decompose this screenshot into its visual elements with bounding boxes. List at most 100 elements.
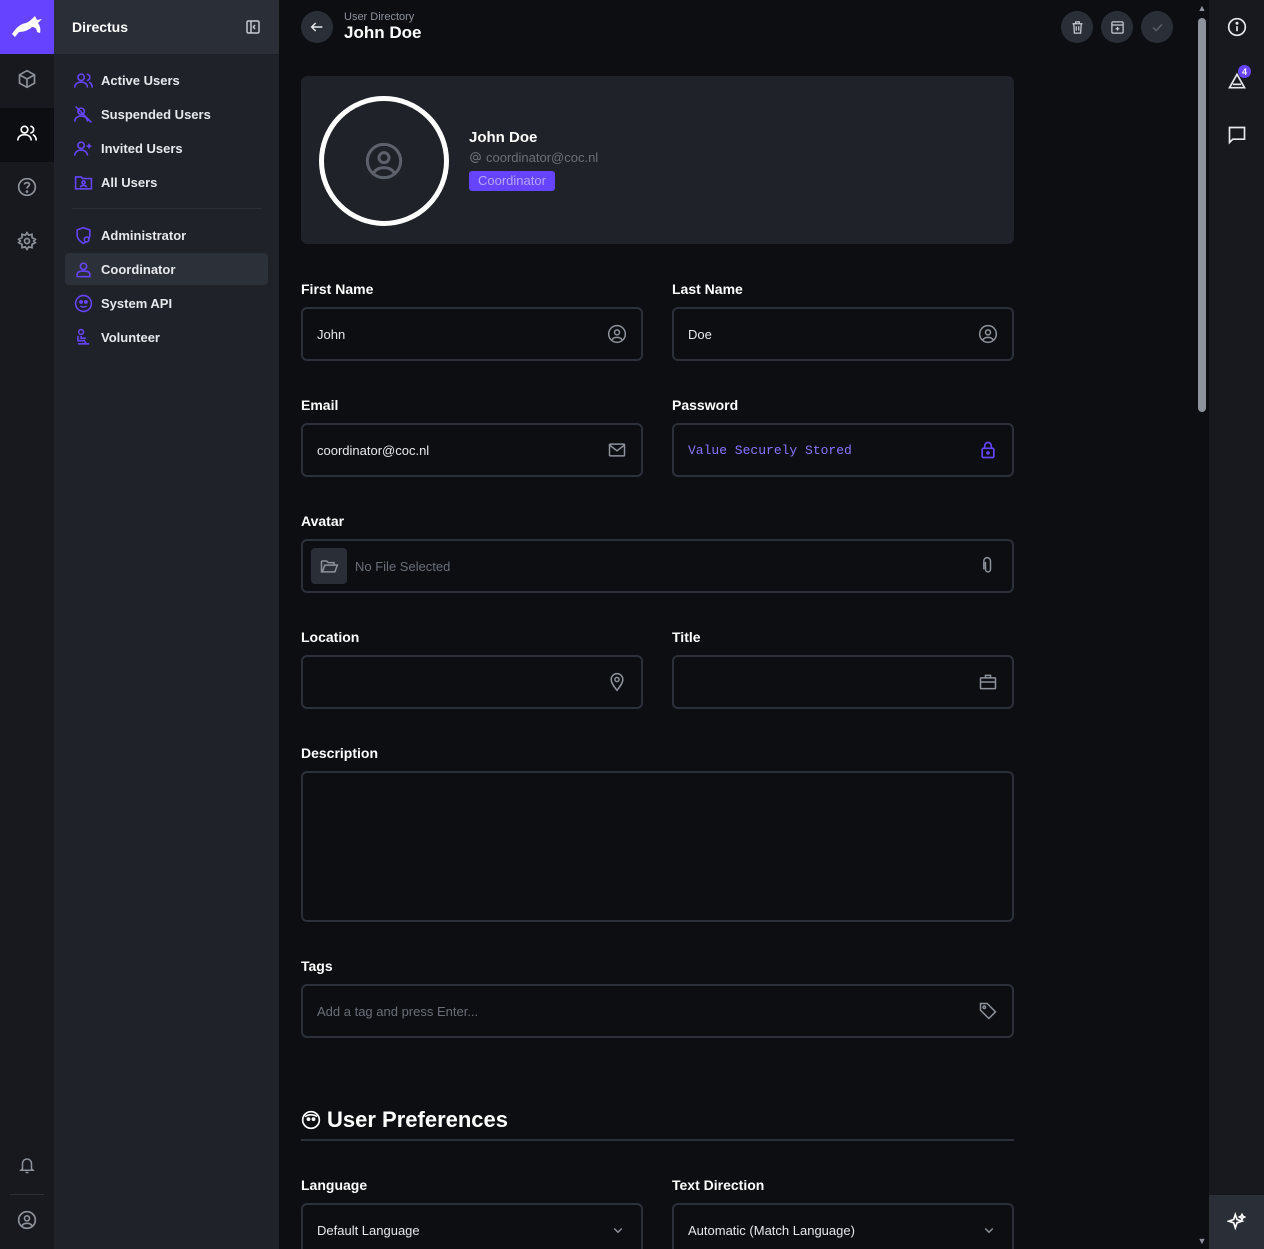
archive-icon — [1110, 20, 1125, 35]
comment-icon — [1227, 125, 1247, 145]
language-label: Language — [301, 1177, 368, 1193]
nav-item-administrator[interactable]: Administrator — [65, 219, 268, 251]
location-field[interactable] — [301, 655, 643, 709]
avatar-file-field[interactable]: No File Selected — [301, 539, 1014, 593]
last-name-field[interactable]: Doe — [672, 307, 1014, 361]
section-title-text: User Preferences — [327, 1107, 509, 1132]
content-module-button[interactable] — [0, 54, 54, 108]
nav-item-system-api[interactable]: System API — [65, 287, 268, 319]
first-name-value: John — [317, 326, 346, 342]
breadcrumb[interactable]: User Directory — [344, 11, 421, 23]
scrollbar[interactable]: ▲ ▼ — [1195, 0, 1209, 1249]
chevron-down-icon — [980, 1221, 998, 1239]
user-email: coordinator@coc.nl — [469, 150, 598, 165]
last-name-label: Last Name — [672, 281, 743, 297]
nav-item-active-users[interactable]: Active Users — [65, 64, 268, 96]
nav-item-all-users[interactable]: All Users — [65, 166, 268, 198]
revisions-button[interactable]: 4 — [1209, 54, 1264, 108]
nav-item-label: Active Users — [101, 72, 180, 88]
first-name-label: First Name — [301, 281, 374, 297]
tags-label: Tags — [301, 958, 333, 974]
text-direction-select[interactable]: Automatic (Match Language) — [672, 1203, 1014, 1249]
avatar[interactable] — [319, 96, 449, 226]
check-icon — [1150, 20, 1165, 35]
nav-list: Active Users Suspended Users Invited Use… — [54, 54, 279, 353]
module-bar — [0, 0, 54, 1249]
email-label: Email — [301, 397, 339, 413]
user-circle-icon — [978, 324, 998, 344]
nav-header: Directus — [54, 0, 279, 54]
seated-user-icon — [73, 327, 93, 347]
arrow-left-icon — [309, 19, 325, 35]
user-preferences-heading: User Preferences — [301, 1107, 508, 1133]
briefcase-icon — [978, 672, 998, 692]
scroll-up-arrow[interactable]: ▲ — [1197, 3, 1207, 13]
location-pin-icon — [607, 672, 627, 692]
scroll-down-arrow[interactable]: ▼ — [1197, 1236, 1207, 1246]
app-root: Directus Active Users Suspended Users In… — [0, 0, 1264, 1249]
users-module-button[interactable] — [0, 108, 54, 162]
users-icon — [17, 123, 37, 148]
title-field[interactable] — [672, 655, 1014, 709]
archive-button[interactable] — [1101, 11, 1133, 43]
nav-item-label: Administrator — [101, 227, 187, 243]
page-header: User Directory John Doe — [279, 0, 1195, 54]
mail-icon — [607, 440, 627, 460]
info-button[interactable] — [1209, 0, 1264, 54]
folder-user-icon — [73, 172, 93, 192]
user-profile-button[interactable] — [0, 1195, 54, 1249]
tags-field[interactable]: Add a tag and press Enter... — [301, 984, 1014, 1038]
user-icon — [73, 259, 93, 279]
nav-item-suspended-users[interactable]: Suspended Users — [65, 98, 268, 130]
password-field[interactable]: Value Securely Stored — [672, 423, 1014, 477]
language-value: Default Language — [317, 1222, 420, 1238]
email-field[interactable]: coordinator@coc.nl — [301, 423, 643, 477]
nav-item-invited-users[interactable]: Invited Users — [65, 132, 268, 164]
ai-assistant-button[interactable] — [1209, 1195, 1264, 1249]
user-info-card: John Doe coordinator@coc.nl Coordinator — [301, 76, 1014, 244]
settings-module-button[interactable] — [0, 216, 54, 270]
nav-item-label: Invited Users — [101, 140, 183, 156]
trash-icon — [1070, 20, 1085, 35]
users-icon — [73, 70, 93, 90]
user-circle-icon — [364, 141, 404, 181]
gear-icon — [17, 230, 37, 256]
docs-module-button[interactable] — [0, 162, 54, 216]
nav-item-coordinator[interactable]: Coordinator — [65, 253, 268, 285]
delete-button[interactable] — [1061, 11, 1093, 43]
revisions-badge: 4 — [1238, 65, 1251, 78]
avatar-placeholder: No File Selected — [355, 558, 451, 574]
language-select[interactable]: Default Language — [301, 1203, 643, 1249]
notifications-button[interactable] — [0, 1140, 54, 1194]
tags-placeholder: Add a tag and press Enter... — [317, 1003, 479, 1019]
users-off-icon — [73, 104, 93, 124]
text-direction-label: Text Direction — [672, 1177, 765, 1193]
comments-button[interactable] — [1209, 108, 1264, 162]
project-name: Directus — [72, 19, 129, 35]
section-divider — [301, 1139, 1014, 1141]
face-icon — [301, 1110, 321, 1130]
nav-item-label: Volunteer — [101, 329, 160, 345]
nav-divider — [72, 208, 261, 209]
description-label: Description — [301, 745, 379, 761]
directus-logo[interactable] — [0, 0, 54, 54]
scroll-thumb[interactable] — [1198, 18, 1206, 412]
user-email-text: coordinator@coc.nl — [486, 150, 599, 165]
info-icon — [1227, 17, 1247, 37]
page-title: John Doe — [344, 23, 422, 42]
chevron-down-icon — [609, 1221, 627, 1239]
bell-icon — [18, 1156, 36, 1179]
paperclip-icon — [978, 556, 998, 576]
description-field[interactable] — [301, 771, 1014, 922]
nav-item-volunteer[interactable]: Volunteer — [65, 321, 268, 353]
nav-item-label: Coordinator — [101, 261, 176, 277]
right-sidebar: 4 — [1209, 0, 1264, 1249]
back-button[interactable] — [301, 11, 333, 43]
sidebar-toggle-icon[interactable] — [245, 19, 261, 35]
folder-open-icon[interactable] — [311, 548, 347, 584]
save-button[interactable] — [1141, 11, 1173, 43]
role-badge: Coordinator — [469, 171, 555, 191]
first-name-field[interactable]: John — [301, 307, 643, 361]
main-content: John Doe coordinator@coc.nl Coordinator … — [279, 54, 1195, 1249]
module-bar-bottom — [0, 1140, 54, 1249]
